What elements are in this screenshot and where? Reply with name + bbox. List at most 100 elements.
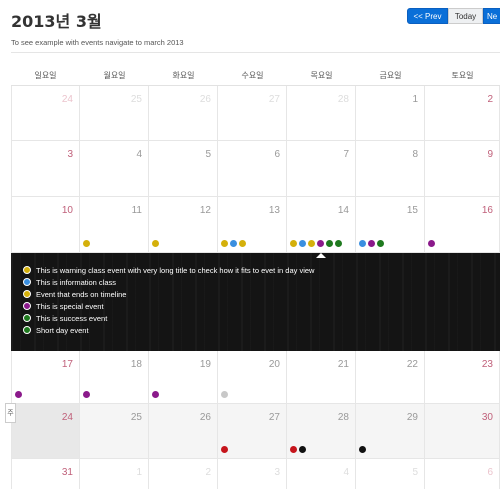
day-number[interactable]: 27: [269, 412, 280, 423]
day-number[interactable]: 13: [269, 205, 280, 216]
day-cell[interactable]: 21: [287, 351, 356, 403]
day-number[interactable]: 22: [407, 359, 418, 370]
day-cell[interactable]: 16: [425, 197, 500, 252]
event-title[interactable]: Event that ends on timeline: [36, 290, 126, 299]
day-number[interactable]: 2: [487, 94, 493, 105]
day-cell[interactable]: 7: [287, 141, 356, 196]
day-cell[interactable]: 1: [80, 459, 149, 489]
event-dot-important[interactable]: [290, 446, 297, 453]
event-dot-info[interactable]: [359, 240, 366, 247]
day-cell[interactable]: 1: [356, 86, 425, 140]
day-number[interactable]: 28: [338, 412, 349, 423]
day-cell[interactable]: 28: [287, 404, 356, 458]
day-cell[interactable]: 25: [80, 404, 149, 458]
event-dot-warning[interactable]: [152, 240, 159, 247]
event-item[interactable]: Short day event: [23, 324, 314, 336]
day-cell[interactable]: 11: [80, 197, 149, 252]
day-number[interactable]: 3: [67, 149, 73, 160]
next-button[interactable]: Ne: [483, 8, 500, 24]
week-tab[interactable]: 주: [5, 403, 16, 423]
day-cell[interactable]: 8: [356, 141, 425, 196]
day-cell[interactable]: 2: [425, 86, 500, 140]
event-dot-special[interactable]: [368, 240, 375, 247]
event-dot-default[interactable]: [221, 391, 228, 398]
day-cell[interactable]: 12: [149, 197, 218, 252]
event-dot-special[interactable]: [152, 391, 159, 398]
day-number[interactable]: 14: [338, 205, 349, 216]
event-item[interactable]: Event that ends on timeline: [23, 288, 314, 300]
day-cell[interactable]: 18: [80, 351, 149, 403]
day-number[interactable]: 29: [407, 412, 418, 423]
event-dot-special[interactable]: [317, 240, 324, 247]
event-dot-warning[interactable]: [290, 240, 297, 247]
day-number[interactable]: 17: [62, 359, 73, 370]
day-cell[interactable]: 15: [356, 197, 425, 252]
event-dot-special[interactable]: [83, 391, 90, 398]
day-number[interactable]: 4: [136, 149, 142, 160]
day-number[interactable]: 11: [132, 205, 142, 216]
day-number[interactable]: 2: [205, 467, 211, 478]
day-number[interactable]: 1: [412, 94, 418, 105]
event-title[interactable]: This is information class: [36, 278, 116, 287]
event-item[interactable]: This is success event: [23, 312, 314, 324]
day-cell[interactable]: 29: [356, 404, 425, 458]
day-number[interactable]: 5: [205, 149, 211, 160]
day-number[interactable]: 8: [412, 149, 418, 160]
event-dot-warning[interactable]: [221, 240, 228, 247]
day-number[interactable]: 5: [412, 467, 418, 478]
day-cell[interactable]: 22: [356, 351, 425, 403]
event-item[interactable]: This is warning class event with very lo…: [23, 264, 314, 276]
day-cell[interactable]: 3: [11, 141, 80, 196]
day-cell[interactable]: 28: [287, 86, 356, 140]
day-number[interactable]: 6: [274, 149, 280, 160]
event-dot-special[interactable]: [15, 391, 22, 398]
event-dot-warning[interactable]: [83, 240, 90, 247]
day-number[interactable]: 25: [131, 94, 142, 105]
day-number[interactable]: 4: [343, 467, 349, 478]
day-cell[interactable]: 4: [287, 459, 356, 489]
event-title[interactable]: This is warning class event with very lo…: [36, 266, 314, 275]
day-cell[interactable]: 3: [218, 459, 287, 489]
day-cell[interactable]: 10: [11, 197, 80, 252]
day-number[interactable]: 21: [338, 359, 349, 370]
day-cell[interactable]: 17: [11, 351, 80, 403]
day-number[interactable]: 7: [343, 149, 349, 160]
event-item[interactable]: This is information class: [23, 276, 314, 288]
day-number[interactable]: 10: [62, 205, 73, 216]
day-cell[interactable]: 9: [425, 141, 500, 196]
day-number[interactable]: 30: [482, 412, 493, 423]
day-cell[interactable]: 24: [11, 404, 80, 458]
event-dot-info[interactable]: [230, 240, 237, 247]
day-cell[interactable]: 26: [149, 86, 218, 140]
day-cell[interactable]: 2: [149, 459, 218, 489]
event-dot-inverse[interactable]: [299, 446, 306, 453]
event-dot-special[interactable]: [428, 240, 435, 247]
day-cell[interactable]: 19: [149, 351, 218, 403]
event-title[interactable]: This is success event: [36, 314, 107, 323]
event-title[interactable]: This is special event: [36, 302, 104, 311]
event-dot-info[interactable]: [299, 240, 306, 247]
event-title[interactable]: Short day event: [36, 326, 89, 335]
event-dot-inverse[interactable]: [359, 446, 366, 453]
day-number[interactable]: 24: [62, 412, 73, 423]
day-number[interactable]: 26: [200, 94, 211, 105]
day-number[interactable]: 31: [62, 467, 73, 478]
day-cell[interactable]: 27: [218, 86, 287, 140]
day-number[interactable]: 25: [131, 412, 142, 423]
day-number[interactable]: 6: [487, 467, 493, 478]
day-number[interactable]: 12: [200, 205, 211, 216]
day-number[interactable]: 18: [131, 359, 142, 370]
day-number[interactable]: 19: [200, 359, 211, 370]
today-button[interactable]: Today: [448, 8, 483, 24]
day-cell[interactable]: 6: [218, 141, 287, 196]
event-dot-success[interactable]: [326, 240, 333, 247]
day-cell[interactable]: 30: [425, 404, 500, 458]
day-number[interactable]: 16: [482, 205, 493, 216]
day-cell[interactable]: 26: [149, 404, 218, 458]
day-number[interactable]: 20: [269, 359, 280, 370]
day-number[interactable]: 26: [200, 412, 211, 423]
day-cell[interactable]: 23: [425, 351, 500, 403]
prev-button[interactable]: << Prev: [407, 8, 448, 24]
day-cell[interactable]: 25: [80, 86, 149, 140]
day-number[interactable]: 9: [487, 149, 493, 160]
